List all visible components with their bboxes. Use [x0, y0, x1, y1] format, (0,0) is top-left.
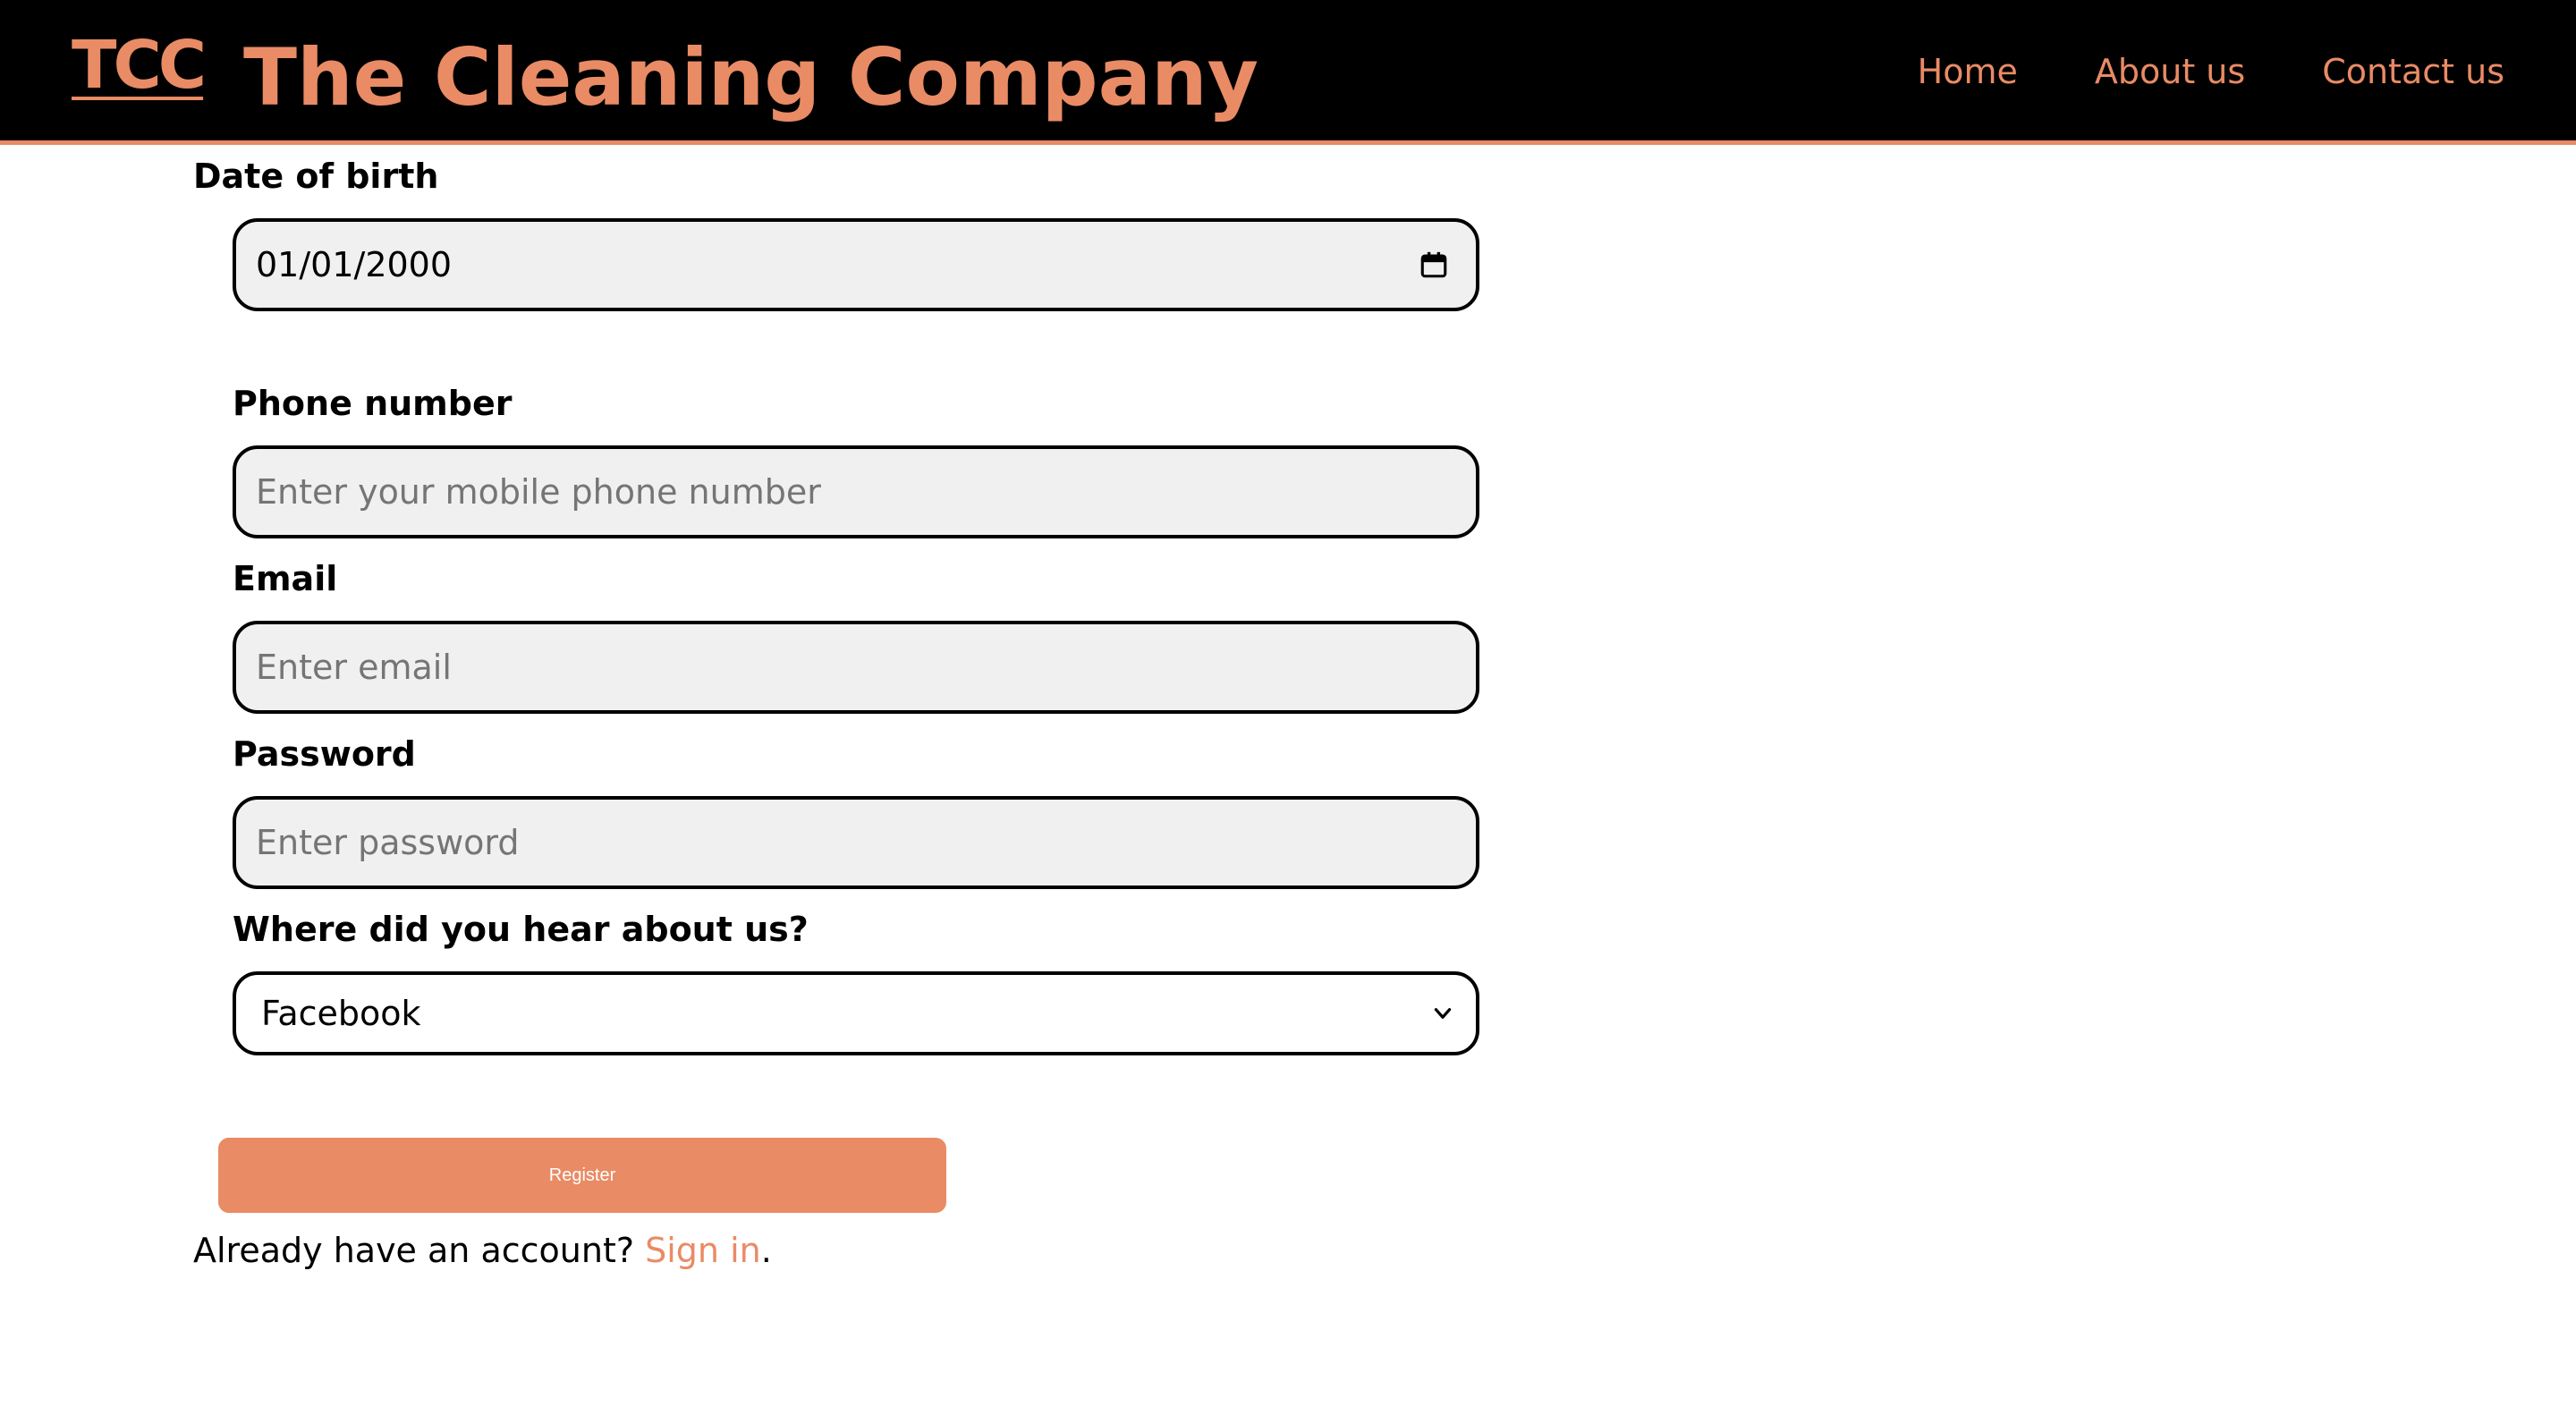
signin-prefix: Already have an account? [193, 1231, 646, 1270]
nav-contact-link[interactable]: Contact us [2322, 52, 2504, 93]
password-label: Password [233, 734, 416, 774]
password-input[interactable]: Enter password [233, 796, 1479, 889]
source-select[interactable]: Facebook [233, 971, 1479, 1055]
site-title: The Cleaning Company [243, 31, 1259, 123]
site-header: TCC The Cleaning Company Home About us C… [0, 0, 2576, 145]
password-placeholder: Enter password [256, 823, 520, 862]
signin-link[interactable]: Sign in [645, 1231, 761, 1270]
signin-prompt: Already have an account? Sign in. [193, 1231, 772, 1270]
chevron-down-icon [1434, 1008, 1452, 1019]
dob-label: Date of birth [193, 157, 439, 196]
register-button[interactable]: Register [218, 1138, 946, 1213]
calendar-icon[interactable] [1419, 250, 1449, 280]
source-label: Where did you hear about us? [233, 910, 809, 949]
phone-input[interactable]: Enter your mobile phone number [233, 445, 1479, 538]
source-selected-value: Facebook [261, 994, 421, 1033]
email-label: Email [233, 559, 338, 598]
main-nav: Home About us Contact us [1918, 52, 2504, 93]
dob-input[interactable]: 01/01/2000 [233, 218, 1479, 311]
nav-about-link[interactable]: About us [2095, 52, 2245, 93]
logo[interactable]: TCC [72, 32, 207, 98]
phone-label: Phone number [233, 384, 513, 423]
email-placeholder: Enter email [256, 648, 452, 687]
dob-value: 01/01/2000 [256, 245, 453, 284]
nav-home-link[interactable]: Home [1918, 52, 2018, 93]
email-input[interactable]: Enter email [233, 621, 1479, 714]
phone-placeholder: Enter your mobile phone number [256, 472, 821, 512]
signin-suffix: . [760, 1231, 772, 1270]
